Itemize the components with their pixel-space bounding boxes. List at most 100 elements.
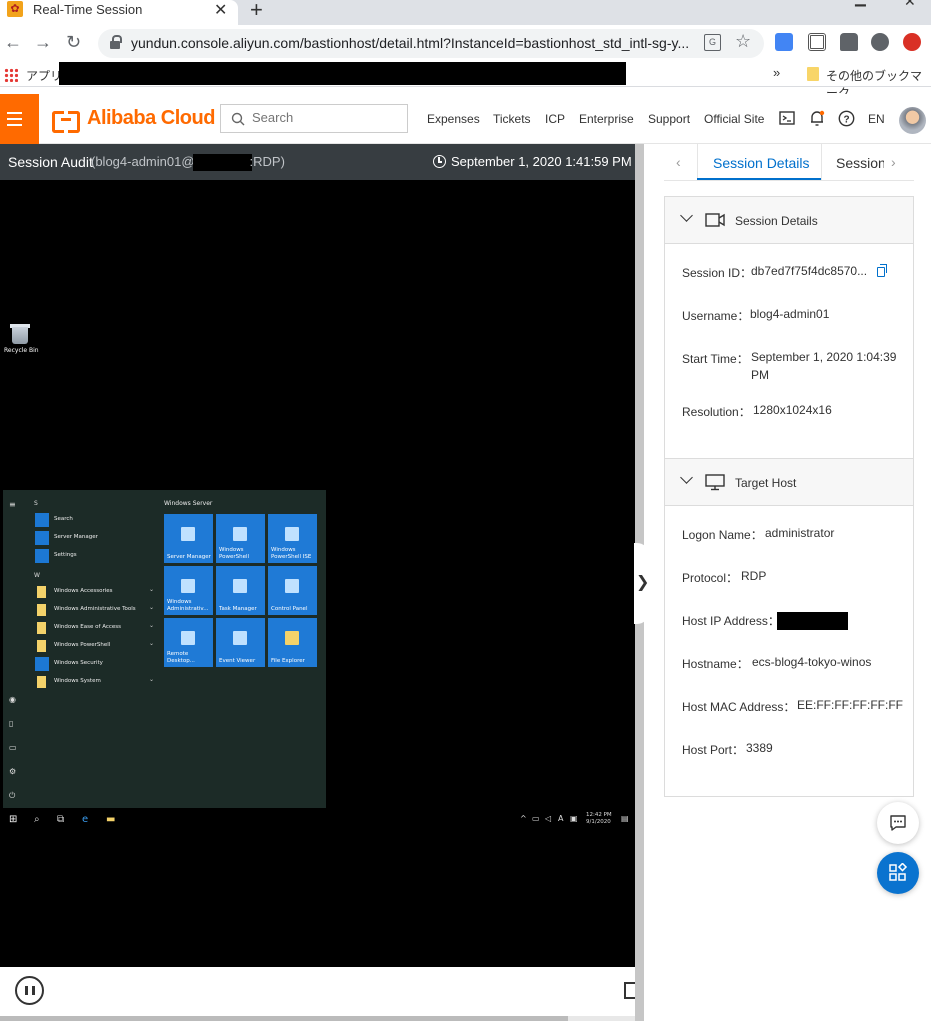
quick-apps-button[interactable] bbox=[877, 852, 919, 894]
menu-hamburger-icon[interactable] bbox=[0, 94, 39, 144]
tile-event-viewer[interactable]: Event Viewer bbox=[216, 618, 265, 667]
windows-start-icon[interactable]: ⊞ bbox=[9, 814, 17, 825]
start-item-windows-security[interactable]: Windows Security bbox=[34, 657, 154, 671]
qr-code-icon[interactable] bbox=[808, 33, 826, 51]
terminal-icon[interactable] bbox=[779, 110, 795, 126]
video-camera-icon bbox=[705, 213, 725, 227]
nav-support[interactable]: Support bbox=[648, 112, 690, 126]
user-avatar[interactable] bbox=[899, 107, 926, 134]
nav-tickets[interactable]: Tickets bbox=[493, 112, 531, 126]
chevron-down-icon: ⌄ bbox=[149, 587, 155, 593]
profile-icon[interactable] bbox=[871, 33, 889, 51]
target-host-header[interactable]: Target Host bbox=[665, 459, 913, 506]
chevron-down-icon: ⌄ bbox=[149, 623, 155, 629]
reload-icon[interactable]: ↻ bbox=[66, 32, 81, 53]
nav-expenses[interactable]: Expenses bbox=[427, 112, 480, 126]
session-timestamp: September 1, 2020 1:41:59 PM bbox=[451, 154, 632, 169]
start-item-search[interactable]: Search bbox=[34, 513, 154, 527]
tile-remote-desktop[interactable]: Remote Desktop... bbox=[164, 618, 213, 667]
settings-icon[interactable]: ⚙ bbox=[9, 767, 16, 776]
nav-enterprise[interactable]: Enterprise bbox=[579, 112, 634, 126]
admin-tools-icon bbox=[181, 579, 195, 593]
tile-file-explorer[interactable]: File Explorer bbox=[268, 618, 317, 667]
action-center-icon[interactable]: ▤ bbox=[621, 814, 629, 823]
apps-grid-icon[interactable] bbox=[4, 68, 18, 82]
start-item-settings[interactable]: Settings bbox=[34, 549, 154, 563]
tile-windows-powershell[interactable]: Windows PowerShell bbox=[216, 514, 265, 563]
console-header: Alibaba Cloud Expenses Tickets ICP Enter… bbox=[0, 94, 931, 144]
power-icon[interactable]: ⏻ bbox=[9, 791, 15, 801]
server-manager-icon bbox=[181, 527, 195, 541]
nav-official-site[interactable]: Official Site bbox=[704, 112, 764, 126]
nav-icp[interactable]: ICP bbox=[545, 112, 565, 126]
tab-session-details[interactable]: Session Details bbox=[713, 155, 810, 171]
recycle-bin-icon[interactable] bbox=[10, 323, 30, 345]
chat-button[interactable] bbox=[877, 802, 919, 844]
field-value-host-port: 3389 bbox=[746, 741, 773, 755]
update-icon[interactable] bbox=[903, 33, 921, 51]
back-icon[interactable]: ← bbox=[4, 32, 22, 53]
tray-chevron-icon[interactable]: ^ bbox=[520, 814, 527, 823]
start-item-windows-system[interactable]: Windows System ⌄ bbox=[34, 675, 154, 689]
tab-close-icon[interactable]: ✕ bbox=[214, 0, 227, 20]
tab-scroll-right-icon[interactable]: › bbox=[891, 154, 896, 170]
ime-indicator[interactable]: A bbox=[558, 814, 563, 823]
extensions-puzzle-icon[interactable] bbox=[840, 33, 858, 51]
file-explorer-icon[interactable]: ▬ bbox=[106, 814, 115, 825]
address-bar[interactable]: yundun.console.aliyun.com/bastionhost/de… bbox=[98, 29, 764, 58]
chevron-down-icon: ⌄ bbox=[149, 641, 155, 647]
start-expand-icon[interactable]: ≡ bbox=[9, 500, 16, 509]
session-title: Session Audit bbox=[8, 154, 93, 170]
copy-icon[interactable] bbox=[877, 264, 887, 277]
new-tab-icon[interactable]: + bbox=[250, 0, 263, 23]
documents-icon[interactable]: ▯ bbox=[9, 719, 13, 728]
panel-collapse-handle[interactable]: ❯ bbox=[634, 543, 649, 624]
tab-scroll-left-icon[interactable]: ‹ bbox=[676, 154, 681, 170]
taskbar-clock[interactable]: 12:42 PM 9/1/2020 bbox=[586, 812, 612, 826]
bookmark-star-icon[interactable]: ☆ bbox=[735, 31, 751, 52]
start-item-windows-ease-of-access[interactable]: Windows Ease of Access ⌄ bbox=[34, 621, 154, 635]
letter-header: S bbox=[34, 500, 38, 507]
ime-mode-icon[interactable]: ▣ bbox=[570, 814, 578, 823]
notification-bell-icon[interactable] bbox=[809, 110, 825, 127]
folder-icon bbox=[35, 621, 49, 635]
tile-task-manager[interactable]: Task Manager bbox=[216, 566, 265, 615]
start-item-windows-powershell[interactable]: Windows PowerShell ⌄ bbox=[34, 639, 154, 653]
remote-desktop-screen[interactable]: Recycle Bin ≡ ◉ ▯ ▭ ⚙ ⏻ S Search Server … bbox=[0, 180, 635, 967]
scrollbar-thumb[interactable] bbox=[0, 1016, 568, 1021]
bookmarks-overflow[interactable]: » bbox=[773, 65, 780, 80]
tile-control-panel[interactable]: Control Panel bbox=[268, 566, 317, 615]
google-translate-extension-icon[interactable] bbox=[775, 33, 793, 51]
internet-explorer-icon[interactable]: e bbox=[82, 814, 88, 825]
start-item-server-manager[interactable]: Server Manager bbox=[34, 531, 154, 545]
user-icon[interactable]: ◉ bbox=[9, 695, 16, 704]
start-item-windows-admin-tools[interactable]: Windows Administrative Tools ⌄ bbox=[34, 603, 154, 617]
pictures-icon[interactable]: ▭ bbox=[9, 743, 17, 752]
session-details-header[interactable]: Session Details bbox=[665, 197, 913, 244]
forward-icon[interactable]: → bbox=[34, 32, 52, 53]
tile-windows-administrative[interactable]: Windows Administrativ... bbox=[164, 566, 213, 615]
apps-bookmark[interactable]: アプリ bbox=[26, 67, 62, 84]
window-close-icon[interactable]: ✕ bbox=[904, 0, 916, 10]
language-switcher[interactable]: EN bbox=[868, 112, 885, 126]
start-item-windows-accessories[interactable]: Windows Accessories ⌄ bbox=[34, 585, 154, 599]
search-input[interactable] bbox=[252, 110, 402, 125]
network-icon[interactable]: ▭ bbox=[532, 814, 540, 823]
tile-server-manager[interactable]: Server Manager bbox=[164, 514, 213, 563]
translate-icon[interactable]: G bbox=[704, 34, 721, 51]
logo-text[interactable]: Alibaba Cloud bbox=[87, 107, 215, 130]
tab-session[interactable]: Session bbox=[836, 155, 884, 171]
tile-powershell-ise[interactable]: Windows PowerShell ISE bbox=[268, 514, 317, 563]
console-search[interactable] bbox=[220, 104, 408, 133]
task-view-icon[interactable]: ⧉ bbox=[57, 814, 64, 825]
help-icon[interactable]: ? bbox=[838, 110, 855, 127]
volume-icon[interactable]: ◁ bbox=[545, 814, 551, 823]
field-label-hostname: Hostname： bbox=[682, 657, 749, 671]
chevron-down-icon: ⌄ bbox=[149, 677, 155, 683]
browser-tab[interactable]: ✿ Real-Time Session ✕ bbox=[0, 0, 238, 25]
pause-button[interactable] bbox=[15, 976, 44, 1005]
url-text[interactable]: yundun.console.aliyun.com/bastionhost/de… bbox=[131, 35, 689, 51]
search-icon[interactable]: ⌕ bbox=[34, 814, 40, 825]
field-label-host-ip: Host IP Address： bbox=[682, 614, 780, 628]
window-minimize-icon[interactable]: ▁ bbox=[855, 0, 866, 7]
